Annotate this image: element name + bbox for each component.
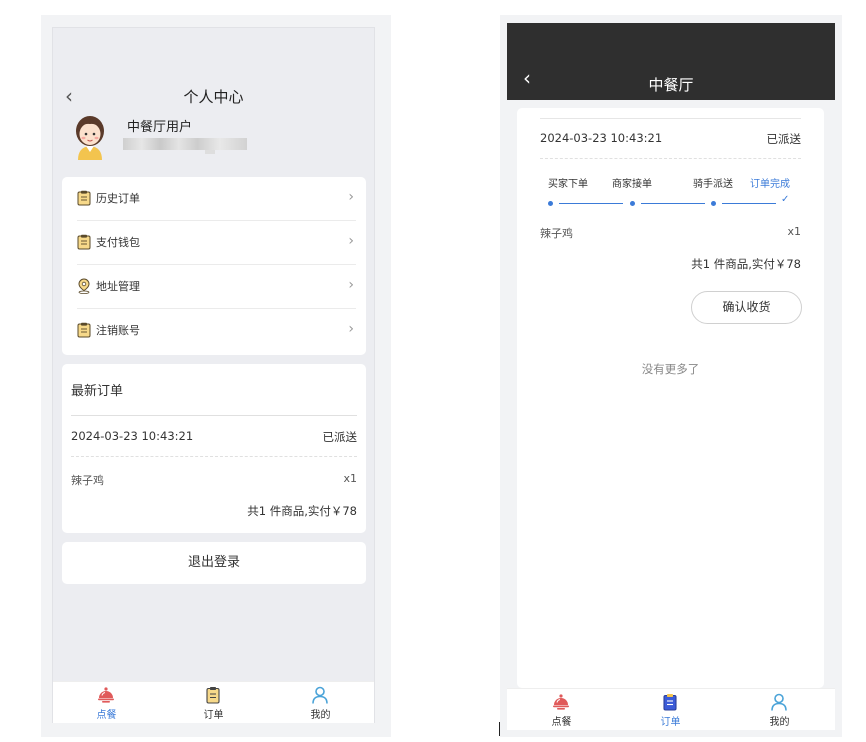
page-title: 中餐厅 [648,76,694,94]
user-id-blurred [123,138,247,150]
profile-page: ‹ 个人中心 中餐厅用户 历史订单 › 支付钱包 › 地址管理 › 注销账号 ›… [52,27,375,723]
profile-screen: ‹ 个人中心 中餐厅用户 历史订单 › 支付钱包 › 地址管理 › 注销账号 ›… [41,15,391,737]
tab-orders[interactable]: 订单 [160,682,267,724]
step-connector [559,203,623,204]
avatar [76,116,104,160]
username: 中餐厅用户 [127,120,193,135]
menu-item-delete-account[interactable]: 注销账号 › [77,309,356,353]
tab-label: 点餐 [551,717,572,728]
step-rider-delivering: 骑手派送 [693,179,733,190]
chevron-right-icon: › [348,233,354,249]
order-total: 共1 件商品,实付￥78 [691,257,801,271]
divider [71,415,357,416]
logout-button[interactable]: 退出登录 [62,542,366,584]
menu-item-label: 地址管理 [96,280,140,293]
order-item-name: 辣子鸡 [540,227,573,240]
tab-mine[interactable]: 我的 [267,682,374,724]
order-item-qty: x1 [343,472,357,485]
dashed-divider [71,456,357,457]
divider [540,118,801,119]
location-pin-icon [78,278,90,294]
order-list: 2024-03-23 10:43:21 已派送 买家下单 商家接单 骑手派送 订… [507,100,835,688]
order-detail-screen: ‹ 中餐厅 2024-03-23 10:43:21 已派送 买家下单 商家接单 … [500,15,842,737]
tab-label: 点餐 [96,710,117,721]
order-item-qty: x1 [787,225,801,238]
order-card: 2024-03-23 10:43:21 已派送 买家下单 商家接单 骑手派送 订… [517,108,824,688]
clipboard-icon [206,687,220,704]
order-item-name: 辣子鸡 [71,474,104,487]
latest-orders-card[interactable]: 最新订单 2024-03-23 10:43:21 已派送 辣子鸡 x1 共1 件… [62,364,366,533]
menu-item-label: 注销账号 [96,324,140,337]
clipboard-icon [663,694,677,711]
tab-label: 我的 [769,717,790,728]
cloche-icon [553,694,569,710]
menu-item-history-orders[interactable]: 历史订单 › [77,177,356,221]
order-status: 已派送 [322,430,358,444]
confirm-receipt-button[interactable]: 确认收货 [691,291,802,324]
chevron-right-icon: › [348,189,354,205]
order-status: 已派送 [766,132,802,146]
step-dot [711,201,716,206]
step-dot [630,201,635,206]
no-more-text: 没有更多了 [641,362,700,376]
tab-order-food[interactable]: 点餐 [53,682,160,724]
tab-orders[interactable]: 订单 [616,689,725,731]
cloche-icon [98,687,114,703]
menu-item-wallet[interactable]: 支付钱包 › [77,221,356,265]
step-connector [722,203,776,204]
section-title: 最新订单 [71,384,124,399]
tab-order-food[interactable]: 点餐 [507,689,616,731]
tab-label: 我的 [310,710,331,721]
tab-bar: 点餐 订单 我的 [53,681,374,723]
clipboard-icon [77,190,91,206]
dashed-divider [540,158,801,159]
order-total: 共1 件商品,实付￥78 [247,504,357,518]
step-dot [548,201,553,206]
step-buyer-ordered: 买家下单 [548,179,588,190]
header-bar: ‹ 中餐厅 [507,23,835,100]
check-icon: ✓ [781,194,790,205]
chevron-right-icon: › [348,277,354,293]
user-icon [312,686,328,704]
step-connector [641,203,705,204]
tab-bar: 点餐 订单 我的 [507,688,835,730]
tab-label: 订单 [203,710,224,721]
text-cursor [499,722,500,736]
tab-label: 订单 [660,717,681,728]
profile-menu: 历史订单 › 支付钱包 › 地址管理 › 注销账号 › [62,177,366,355]
order-time: 2024-03-23 10:43:21 [540,131,663,145]
tab-mine[interactable]: 我的 [725,689,834,731]
chevron-right-icon: › [348,321,354,337]
menu-item-label: 支付钱包 [96,236,140,249]
step-merchant-accepted: 商家接单 [612,179,652,190]
menu-item-label: 历史订单 [96,192,140,205]
order-time: 2024-03-23 10:43:21 [71,429,194,443]
user-id-blurred-tail [205,150,215,154]
step-order-completed: 订单完成 [750,179,790,190]
page-title: 个人中心 [183,88,244,106]
clipboard-icon [77,234,91,250]
menu-item-address[interactable]: 地址管理 › [77,265,356,309]
clipboard-icon [77,322,91,338]
user-icon [771,693,787,711]
